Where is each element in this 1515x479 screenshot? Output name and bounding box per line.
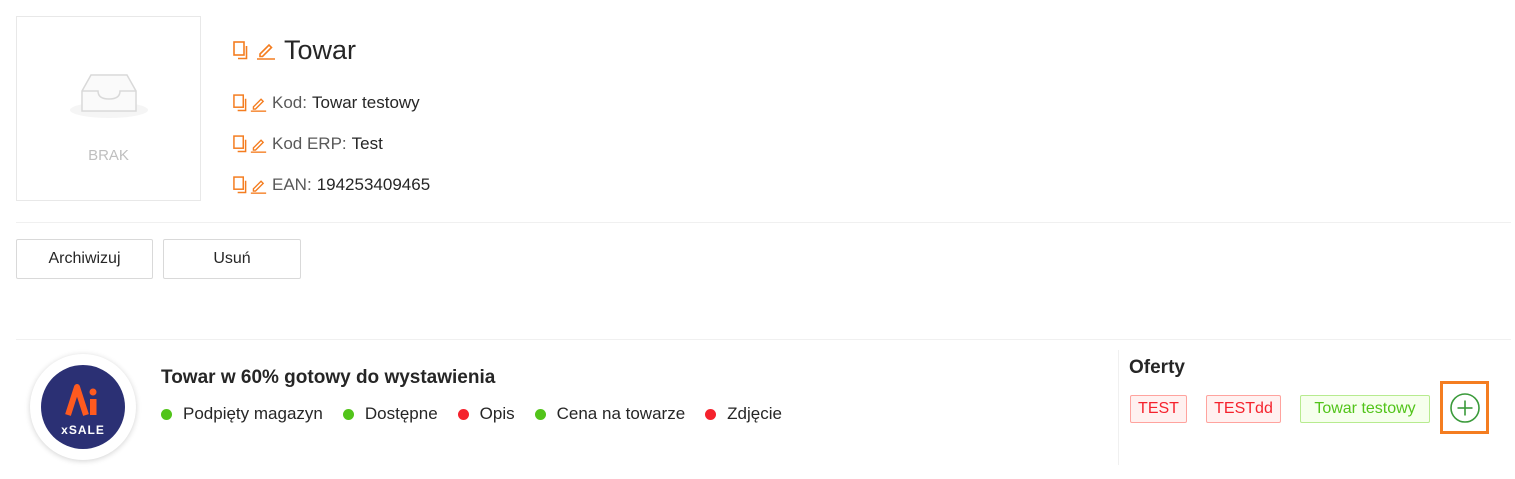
edit-icon[interactable] <box>250 136 267 153</box>
field-value: Test <box>351 134 383 153</box>
no-image-label: BRAK <box>88 147 129 164</box>
xsale-logo: xSALE <box>30 354 136 460</box>
vertical-divider <box>1118 350 1119 465</box>
empty-inbox-icon <box>70 74 148 118</box>
copy-icon[interactable] <box>233 94 247 112</box>
edit-icon[interactable] <box>250 95 267 112</box>
offer-tag[interactable]: TESTdd <box>1206 395 1281 423</box>
readiness-card: xSALE Towar w 60% gotowy do wystawienia … <box>16 339 1511 479</box>
product-image-placeholder: BRAK <box>16 16 201 201</box>
status-ok-dot <box>342 408 354 420</box>
field-value: 194253409465 <box>316 175 431 194</box>
status-missing-dot <box>457 408 469 420</box>
archive-button[interactable]: Archiwizuj <box>16 239 153 279</box>
field-label: Kod ERP: <box>272 134 347 153</box>
field-row-ean: EAN: 194253409465 <box>233 173 430 197</box>
checklist-item-label: Opis <box>479 404 515 423</box>
edit-icon[interactable] <box>250 177 267 194</box>
status-missing-dot <box>705 408 717 420</box>
product-title-row: Towar <box>233 32 356 68</box>
field-row-kod: Kod: Towar testowy <box>233 91 420 115</box>
logo-text: xSALE <box>61 423 105 437</box>
checklist-item-label: Zdjęcie <box>727 404 782 423</box>
delete-button[interactable]: Usuń <box>163 239 301 279</box>
xsale-ai-logo-icon <box>65 384 97 416</box>
field-row-kod-erp: Kod ERP: Test <box>233 132 383 156</box>
plus-circle-icon <box>1449 392 1480 423</box>
status-ok-dot <box>161 408 172 420</box>
checklist-item-label: Cena na towarze <box>556 404 686 423</box>
field-label: Kod: <box>272 93 307 112</box>
checklist-item: Cena na towarze <box>534 404 686 424</box>
checklist-item: Dostępne <box>342 404 438 424</box>
section-divider <box>16 222 1511 223</box>
checklist-item-label: Podpięty magazyn <box>183 404 323 423</box>
offer-tag[interactable]: Towar testowy <box>1300 395 1430 423</box>
edit-icon[interactable] <box>256 40 276 60</box>
status-ok-dot <box>534 408 546 420</box>
checklist-item: Podpięty magazyn <box>161 404 323 424</box>
offers-title: Oferty <box>1129 357 1185 378</box>
field-value: Towar testowy <box>311 93 420 112</box>
readiness-title: Towar w 60% gotowy do wystawienia <box>161 367 496 388</box>
checklist-item-label: Dostępne <box>364 404 438 423</box>
product-title: Towar <box>284 34 357 65</box>
copy-icon[interactable] <box>233 176 247 194</box>
copy-icon[interactable] <box>233 135 247 153</box>
readiness-checklist: Podpięty magazyn Dostępne Opis Cena na t… <box>161 404 802 424</box>
add-offer-button[interactable] <box>1440 381 1489 434</box>
copy-icon[interactable] <box>233 40 248 60</box>
offer-tag[interactable]: TEST <box>1130 395 1187 423</box>
checklist-item: Opis <box>457 404 515 424</box>
logo-badge: xSALE <box>41 365 125 449</box>
checklist-item: Zdjęcie <box>705 404 782 424</box>
field-label: EAN: <box>272 175 312 194</box>
